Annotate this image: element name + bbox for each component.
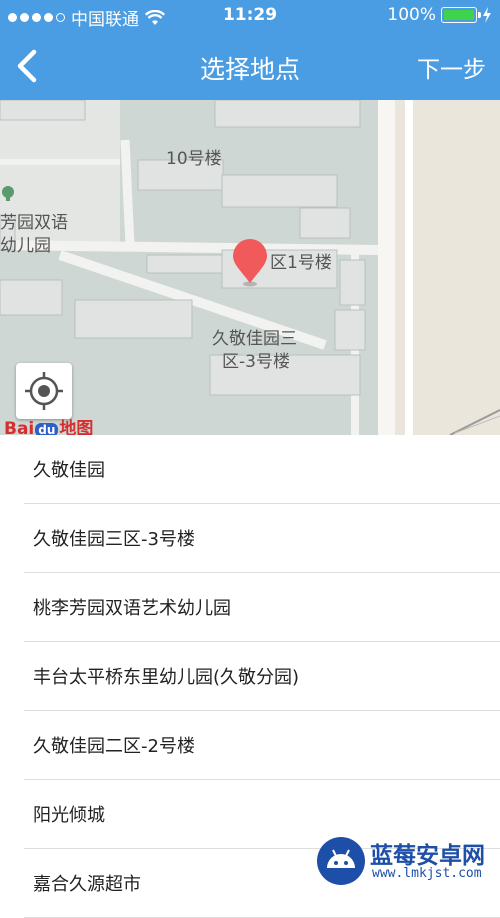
baidu-map-logo: Bai du 地图 (4, 414, 93, 435)
map-label-area3-line2: 区-3号楼 (222, 352, 290, 372)
list-item-label: 丰台太平桥东里幼儿园(久敬分园) (33, 667, 300, 688)
baidu-logo-bai: Bai (4, 419, 35, 435)
list-item[interactable]: 丰台太平桥东里幼儿园(久敬分园) (24, 642, 500, 711)
status-right: 100% (387, 5, 492, 25)
list-item-label: 桃李芳园双语艺术幼儿园 (33, 598, 231, 619)
map-label-kindergarten-line2: 幼儿园 (0, 236, 51, 256)
list-item[interactable]: 久敬佳园三区-3号楼 (24, 504, 500, 573)
android-robot-icon (317, 837, 365, 885)
navigation-bar: 选择地点 下一步 (0, 32, 500, 100)
map-label-kindergarten-line1: 芳园双语 (0, 213, 68, 233)
locate-me-button[interactable] (16, 363, 72, 419)
map-label-building-1: 区1号楼 (270, 253, 332, 273)
locate-target-icon (25, 372, 63, 410)
watermark-url: www.lmkjst.com (372, 866, 482, 881)
map-label-area3-line1: 久敬佳园三 (212, 329, 297, 349)
site-watermark: 蓝莓安卓网 www.lmkjst.com (316, 834, 500, 888)
location-pin-icon (233, 239, 267, 287)
list-item-label: 久敬佳园三区-3号楼 (33, 529, 195, 550)
status-bar: 中国联通 11:29 100% (0, 0, 500, 32)
list-item-label: 久敬佳园二区-2号楼 (33, 736, 195, 757)
map-label-building-10: 10号楼 (166, 149, 222, 169)
baidu-logo-map: 地图 (59, 419, 94, 435)
list-item-label: 阳光倾城 (33, 805, 105, 826)
charging-bolt-icon (483, 7, 491, 23)
list-item-label: 嘉合久源超市 (33, 874, 141, 895)
battery-percent: 100% (387, 5, 436, 25)
watermark-name: 蓝莓安卓网 (370, 843, 485, 869)
next-step-button[interactable]: 下一步 (417, 50, 486, 84)
list-item[interactable]: 久敬佳园二区-2号楼 (24, 711, 500, 780)
battery-fill (444, 10, 474, 20)
baidu-logo-du: du (35, 423, 59, 435)
list-item[interactable]: 桃李芳园双语艺术幼儿园 (24, 573, 500, 642)
list-item-label: 久敬佳园 (33, 460, 105, 481)
battery-icon (441, 7, 481, 23)
map-view[interactable]: 10号楼 芳园双语 幼儿园 区1号楼 久敬佳园三 区-3号楼 Bai du 地图 (0, 100, 500, 435)
list-item[interactable]: 久敬佳园 (24, 435, 500, 504)
